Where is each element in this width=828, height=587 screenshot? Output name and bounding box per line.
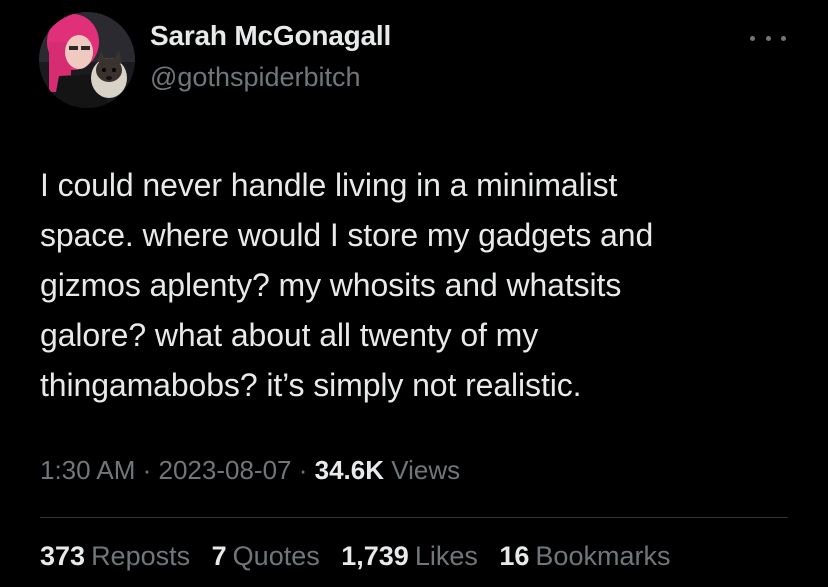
likes-count: 1,739 <box>341 541 409 571</box>
views-label: Views <box>391 455 461 485</box>
avatar[interactable] <box>39 12 135 108</box>
author-handle[interactable]: @gothspiderbitch <box>150 62 361 93</box>
more-horizontal-icon-dot <box>765 35 771 41</box>
quotes-count: 7 <box>211 541 227 571</box>
tweet-text: I could never handle living in a minimal… <box>40 160 800 410</box>
likes-stat[interactable]: 1,739 Likes <box>341 541 478 572</box>
tweet-metadata: 1:30 AM · 2023-08-07 · 34.6K Views <box>40 455 460 486</box>
more-options-button[interactable] <box>750 26 786 50</box>
tweet-text-line: thingamabobs? it’s simply not realistic. <box>40 367 582 403</box>
tweet-text-line: I could never handle living in a minimal… <box>40 167 618 203</box>
tweet-text-line: space. where would I store my gadgets an… <box>40 217 654 253</box>
tweet-text-line: galore? what about all twenty of my <box>40 317 539 353</box>
bookmarks-count: 16 <box>499 541 530 571</box>
bookmarks-stat[interactable]: 16 Bookmarks <box>499 541 670 572</box>
quotes-stat[interactable]: 7 Quotes <box>212 541 320 572</box>
tweet-text-line: gizmos aplenty? my whosits and whatsits <box>40 267 622 303</box>
quotes-label: Quotes <box>232 541 320 571</box>
tweet: Sarah McGonagall @gothspiderbitch I coul… <box>0 0 828 587</box>
meta-separator: · <box>135 455 159 485</box>
reposts-stat[interactable]: 373 Reposts <box>40 541 190 572</box>
engagement-stats: 373 Reposts 7 Quotes 1,739 Likes 16 Bookmark… <box>40 541 670 572</box>
bookmarks-label: Bookmarks <box>535 541 671 571</box>
meta-separator: · <box>291 455 315 485</box>
reposts-label: Reposts <box>91 541 191 571</box>
tweet-date[interactable]: 2023-08-07 <box>159 455 292 485</box>
divider <box>40 517 788 518</box>
more-horizontal-icon-dot <box>781 35 786 41</box>
author-name[interactable]: Sarah McGonagall <box>150 20 391 52</box>
tweet-time[interactable]: 1:30 AM <box>40 455 135 485</box>
more-horizontal-icon <box>750 35 755 41</box>
likes-label: Likes <box>414 541 478 571</box>
avatar-image <box>39 12 135 108</box>
reposts-count: 373 <box>40 541 86 571</box>
views-count: 34.6K <box>314 455 385 485</box>
